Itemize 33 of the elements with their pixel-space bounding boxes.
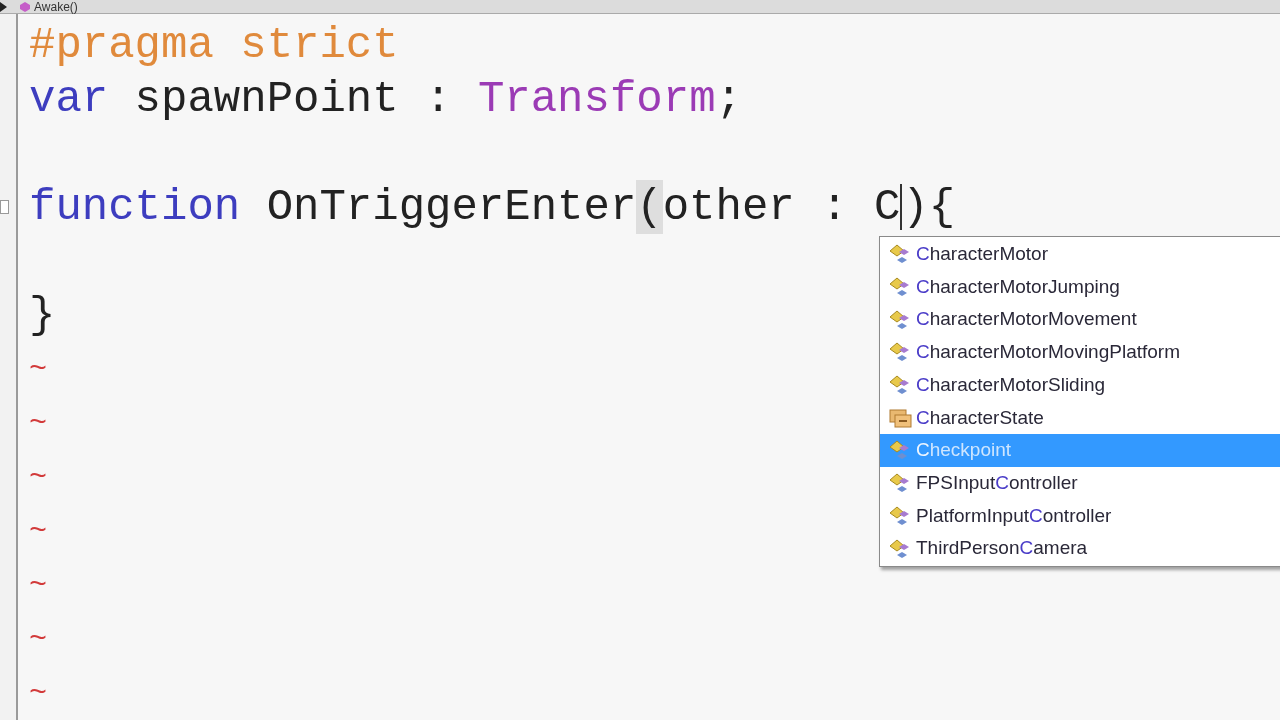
code-token: } xyxy=(29,289,56,342)
autocomplete-item[interactable]: CharacterMotorJumping xyxy=(880,270,1280,304)
empty-line-marker: ~ xyxy=(29,621,47,658)
empty-line-marker: ~ xyxy=(29,459,47,496)
code-token: C xyxy=(873,181,901,234)
fold-marker[interactable] xyxy=(0,200,9,214)
autocomplete-item[interactable]: CharacterMotorMovingPlatform xyxy=(880,336,1280,369)
empty-line-marker: ~ xyxy=(29,675,47,712)
folder-icon xyxy=(888,406,914,429)
empty-line-marker: ~ xyxy=(29,351,47,388)
autocomplete-item[interactable]: CharacterState xyxy=(880,401,1280,435)
code-token: spawnPoint : xyxy=(133,73,453,126)
code-token: ; xyxy=(715,73,742,126)
breadcrumb-item[interactable]: Awake() xyxy=(12,0,78,14)
autocomplete-item[interactable]: CharacterMotorSliding xyxy=(880,368,1280,402)
empty-line-marker: ~ xyxy=(29,513,47,550)
code-token: ){ xyxy=(902,181,956,234)
autocomplete-item[interactable]: CharacterMotorMovement xyxy=(880,303,1280,337)
code-token: #pragma strict xyxy=(29,19,399,72)
empty-line-marker: ~ xyxy=(29,405,47,442)
empty-line-marker: ~ xyxy=(29,567,47,604)
autocomplete-item[interactable]: FPSInputController xyxy=(880,466,1280,500)
code-token: other : xyxy=(662,181,849,234)
autocomplete-item[interactable]: CharacterMotor xyxy=(880,238,1280,271)
arrow-icon xyxy=(0,1,8,12)
code-token: ( xyxy=(636,180,663,234)
code-token: function xyxy=(29,181,241,234)
code-token: OnTriggerEnter xyxy=(265,181,637,234)
hexagon-icon xyxy=(20,1,30,12)
code-token: var xyxy=(29,73,109,126)
autocomplete-item[interactable]: ThirdPersonCamera xyxy=(880,532,1280,565)
code-token: Transform xyxy=(477,73,716,126)
autocomplete-item[interactable]: PlatformInputController xyxy=(880,499,1280,533)
